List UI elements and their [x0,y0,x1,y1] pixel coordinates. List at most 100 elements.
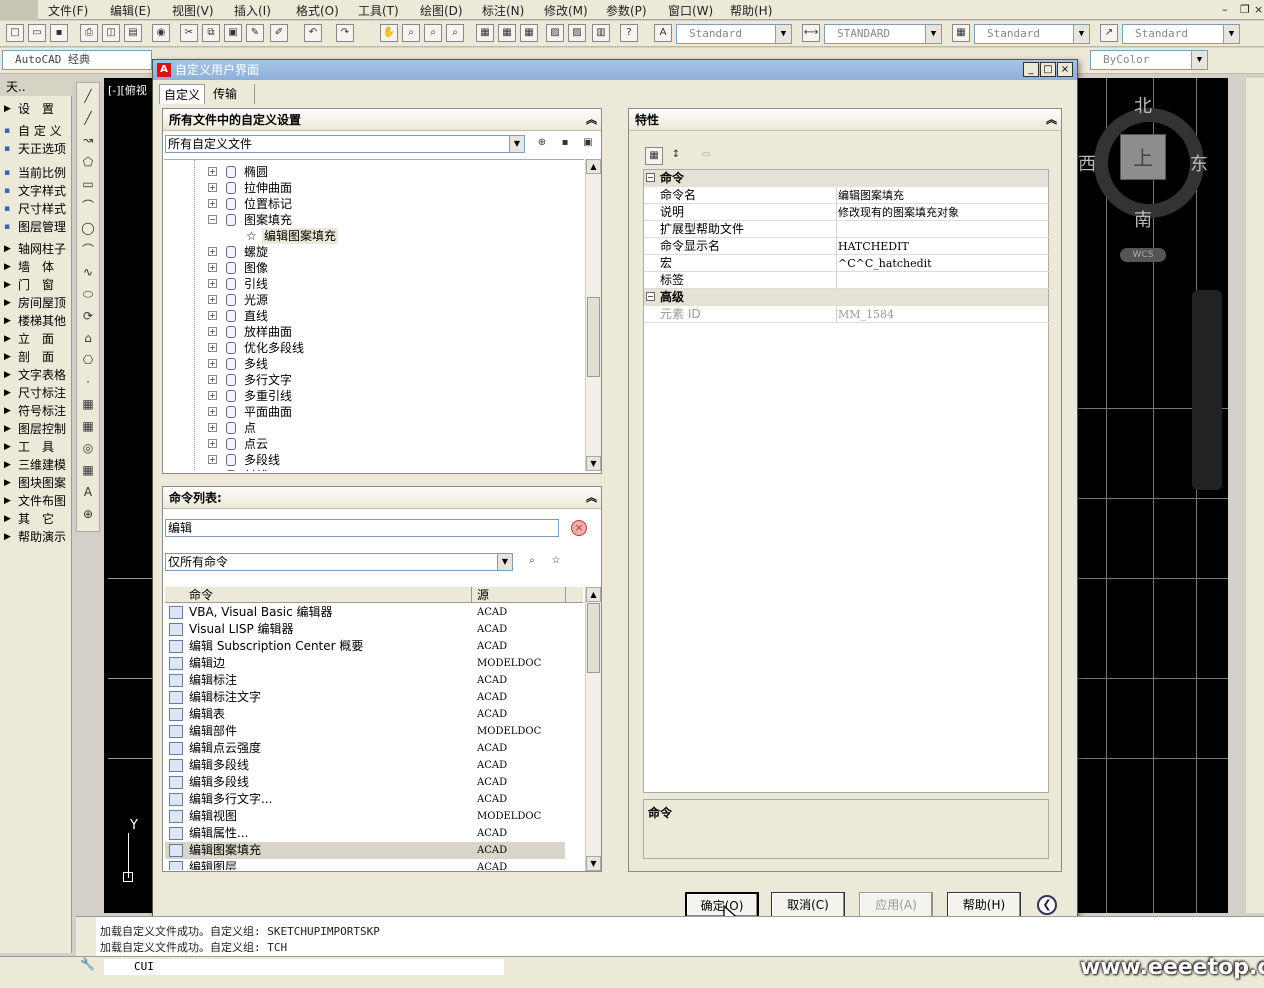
tarch-menu-item[interactable]: ▪ 尺寸样式 [0,200,72,218]
dim-style-icon[interactable]: ⟷ [802,24,820,42]
ellipse-icon[interactable]: ⬭ [79,285,97,303]
menu-item[interactable]: 文件(F) [48,2,88,19]
menu-item[interactable]: 视图(V) [172,2,214,19]
preview-icon[interactable]: ◫ [102,24,120,42]
circle-icon[interactable]: ◯ [79,219,97,237]
copy-icon[interactable]: ⧉ [202,24,220,42]
tarch-menu-item[interactable]: ▪ 自 定 义 [0,122,72,140]
multiline-text-icon[interactable]: A [79,483,97,501]
group-advanced[interactable]: − 高级 [644,289,1048,306]
navigation-bar[interactable] [1192,290,1222,490]
workspace-combo[interactable]: AutoCAD 经典 [2,50,152,70]
find-command-icon[interactable]: ⌕ [523,553,541,571]
polygon-icon[interactable]: ⬠ [79,153,97,171]
col-source[interactable]: 源 [477,587,489,603]
collapse-dialog-icon[interactable]: ❮ [1037,895,1057,915]
table-style-combo[interactable]: Standard ▼ [974,24,1090,44]
insert-block-icon[interactable]: ⌂ [79,329,97,347]
tarch-menu-item[interactable]: ▶ 轴网柱子 [0,240,72,258]
expand-icon[interactable]: + [208,375,217,384]
zoom-icon[interactable]: ⌕ [402,24,420,42]
customization-file-select[interactable]: 所有自定义文件 ▼ [165,135,525,153]
tarch-menu-item[interactable]: ▶ 设 置 [0,100,72,118]
tree-node[interactable]: + 图像 [164,260,584,276]
dialog-close-icon[interactable]: × [1057,62,1073,77]
brush-icon[interactable]: ✐ [270,24,288,42]
tarch-menu-item[interactable]: ▶ 楼梯其他 [0,312,72,330]
property-row[interactable]: 宏 ^C^C_hatchedit [644,255,1050,272]
menu-item[interactable]: 帮助(H) [730,2,772,19]
expand-icon[interactable]: + [208,407,217,416]
property-row[interactable]: 说明 修改现有的图案填充对象 [644,204,1050,221]
command-row[interactable]: 编辑表 ACAD [165,706,565,723]
spline-icon[interactable]: ∿ [79,263,97,281]
expand-icon[interactable]: + [208,279,217,288]
new-command-icon[interactable]: ☆ [547,553,565,571]
zoom-window-icon[interactable]: ⌕ [424,24,442,42]
menu-item[interactable]: 插入(I) [234,2,271,19]
tab-transfer[interactable]: 传输 [209,84,255,104]
tarch-menu-item[interactable]: ▶ 文字表格 [0,366,72,384]
command-row[interactable]: 编辑图案填充 ACAD [165,842,565,859]
tree-node[interactable]: + 光源 [164,292,584,308]
expand-icon[interactable]: + [208,455,217,464]
paste-icon[interactable]: ▣ [224,24,242,42]
tree-node[interactable]: + 位置标记 [164,196,584,212]
cancel-button[interactable]: 取消(C) [771,892,845,918]
property-value[interactable]: 修改现有的图案填充对象 [838,204,959,221]
menu-item[interactable]: 格式(O) [296,2,339,19]
text-style-combo[interactable]: Standard ▼ [676,24,792,44]
drawing-canvas-right[interactable]: 上 北 南 西 东 WCS [1078,78,1228,913]
ellipse-arc-icon[interactable]: ⟳ [79,307,97,325]
construction-line-icon[interactable]: ╱ [79,109,97,127]
table-icon[interactable]: ▦ [79,461,97,479]
dialog-maximize-icon[interactable]: □ [1040,62,1056,77]
command-row[interactable]: 编辑属性... ACAD [165,825,565,842]
customizations-tree[interactable]: + 椭圆 + 拉伸曲面 + 位置标记 − 图案填充 ☆ 编辑图案填充 + 螺旋 + 图像 + 引线 + 光源 + 直线… [164,159,584,471]
menu-item[interactable]: 参数(P) [606,2,647,19]
property-row[interactable]: 扩展型帮助文件 [644,221,1050,238]
tree-node[interactable]: +射线 [164,468,584,471]
tarch-menu-item[interactable]: ▶ 帮助演示 [0,528,72,546]
drawing-canvas-left[interactable]: [-][俯视 Y [104,78,154,913]
expand-icon[interactable]: + [208,343,217,352]
polyline-icon[interactable]: ↝ [79,131,97,149]
undo-icon[interactable]: ↶ [304,24,322,42]
wcs-menu[interactable]: WCS [1120,248,1166,262]
compass-north[interactable]: 北 [1134,92,1152,118]
tarch-menu-item[interactable]: ▶ 文件布图 [0,492,72,510]
expand-icon[interactable]: + [208,327,217,336]
expand-icon[interactable]: + [208,295,217,304]
tarch-menu-item[interactable]: ▶ 房间屋顶 [0,294,72,312]
menu-item[interactable]: 编辑(E) [110,2,151,19]
open-file-icon[interactable]: ▭ [28,24,46,42]
tree-scrollbar[interactable]: ▲ ▼ [585,159,601,471]
command-input[interactable]: CUI [104,959,504,975]
calc-icon[interactable]: ▥ [592,24,610,42]
menu-item[interactable]: 修改(M) [544,2,588,19]
col-command[interactable]: 命令 [189,587,213,603]
tarch-menu-item[interactable]: ▶ 图块图案 [0,474,72,492]
new-file-icon[interactable]: □ [6,24,24,42]
tree-node[interactable]: + 平面曲面 [164,404,584,420]
print-icon[interactable]: ⎙ [80,24,98,42]
command-list[interactable]: VBA, Visual Basic 编辑器 ACAD Visual LISP 编辑器… [163,604,583,870]
tree-node[interactable]: + 椭圆 [164,164,584,180]
sheet-set-icon[interactable]: ▨ [546,24,564,42]
mleader-style-icon[interactable]: ↗ [1100,24,1118,42]
table-style-icon[interactable]: ▦ [952,24,970,42]
tool-palette-icon[interactable]: ▦ [520,24,538,42]
save-customization-icon[interactable]: ▪ [556,135,574,153]
tarch-menu-item[interactable]: ▪ 文字样式 [0,182,72,200]
expand-icon[interactable]: + [208,183,217,192]
compass-south[interactable]: 南 [1134,206,1152,232]
tree-node[interactable]: − 图案填充 [164,212,584,228]
property-row[interactable]: 命令名 编辑图案填充 [644,187,1050,204]
collapse-icon[interactable]: ︽ [586,109,597,131]
expand-icon[interactable]: + [208,359,217,368]
publish-icon[interactable]: ▤ [124,24,142,42]
point-icon[interactable]: · [79,373,97,391]
menu-item[interactable]: 标注(N) [482,2,524,19]
menu-item[interactable]: 绘图(D) [420,2,463,19]
tree-node[interactable]: + 点云 [164,436,584,452]
